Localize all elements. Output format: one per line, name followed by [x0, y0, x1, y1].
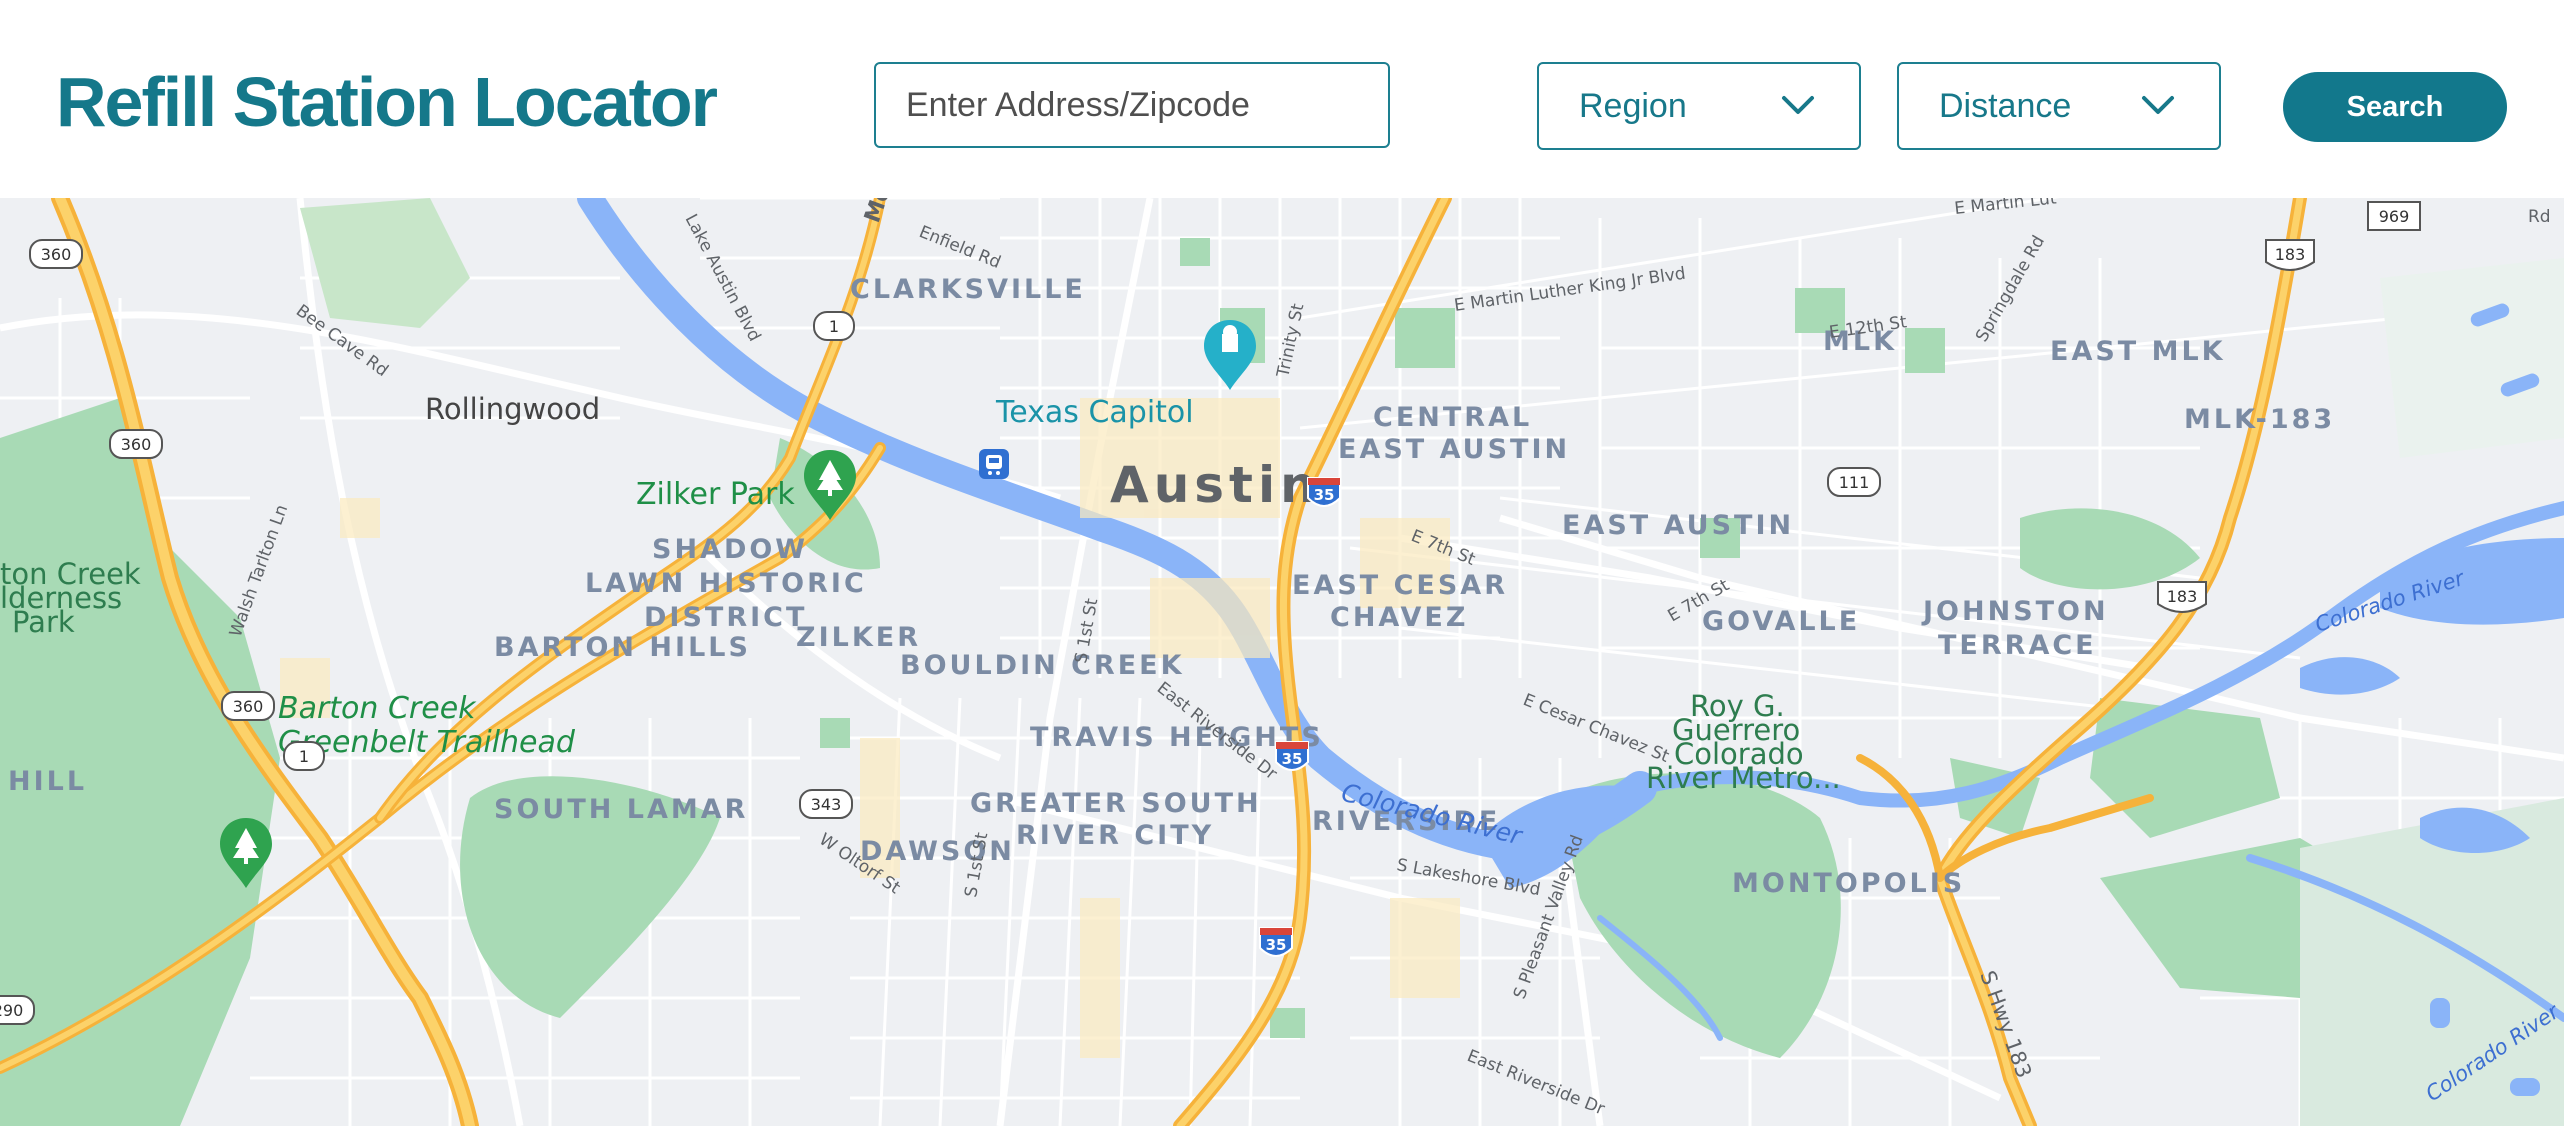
distance-dropdown[interactable]: Distance: [1897, 62, 2221, 150]
map-view[interactable]: Austin CLARKSVILLE CENTRAL EAST AUSTIN E…: [0, 198, 2564, 1126]
neighborhood-label: CENTRAL: [1373, 402, 1532, 433]
route-shield: 360: [29, 239, 83, 269]
poi-label: Barton Creek: [278, 691, 477, 726]
svg-text:360: 360: [233, 697, 264, 716]
interstate-shield: 35: [1307, 477, 1341, 507]
place-label: Park: [12, 605, 75, 639]
neighborhood-label: GOVALLE: [1702, 606, 1860, 637]
svg-text:969: 969: [2379, 207, 2410, 226]
neighborhood-label: EAST AUSTIN: [1338, 434, 1570, 465]
route-shield: 1: [813, 311, 855, 341]
place-label: River Metro...: [1646, 761, 1841, 795]
distance-label: Distance: [1939, 87, 2072, 125]
neighborhood-label: HILL: [8, 766, 87, 797]
svg-text:35: 35: [1266, 936, 1287, 954]
route-shield: 290: [0, 995, 35, 1025]
svg-text:35: 35: [1282, 750, 1303, 768]
route-shield: 111: [1827, 467, 1881, 497]
route-shield: 360: [109, 429, 163, 459]
transit-station-icon[interactable]: [979, 449, 1009, 479]
header-bar: Refill Station Locator Region Distance S…: [0, 0, 2564, 198]
svg-text:1: 1: [299, 747, 309, 766]
route-shield: 183: [2157, 581, 2207, 613]
neighborhood-label: RIVER CITY: [1016, 820, 1214, 851]
address-input[interactable]: [874, 62, 1390, 148]
svg-text:111: 111: [1839, 473, 1870, 492]
neighborhood-label: BARTON HILLS: [494, 632, 751, 663]
neighborhood-label: SHADOW: [652, 534, 808, 565]
neighborhood-label: ZILKER: [796, 622, 921, 653]
interstate-shield: 35: [1259, 927, 1293, 957]
neighborhood-label: CHAVEZ: [1330, 602, 1468, 633]
svg-text:35: 35: [1314, 486, 1335, 504]
route-shield: 183: [2265, 239, 2315, 271]
svg-text:343: 343: [811, 795, 842, 814]
neighborhood-label: BOULDIN CREEK: [900, 650, 1185, 681]
svg-text:1: 1: [829, 317, 839, 336]
place-label: Rollingwood: [425, 392, 600, 426]
neighborhood-label: CLARKSVILLE: [850, 274, 1086, 305]
svg-text:183: 183: [2275, 245, 2306, 264]
route-shield: 360: [221, 691, 275, 721]
city-label: Austin: [1110, 456, 1321, 514]
chevron-down-icon: [1782, 96, 1814, 114]
neighborhood-label: EAST CESAR: [1292, 570, 1508, 601]
neighborhood-label: DAWSON: [860, 836, 1015, 867]
neighborhood-label: MONTOPOLIS: [1732, 868, 1965, 899]
map-canvas[interactable]: Austin CLARKSVILLE CENTRAL EAST AUSTIN E…: [0, 198, 2564, 1126]
neighborhood-label: SOUTH LAMAR: [494, 794, 748, 825]
neighborhood-label: GREATER SOUTH: [970, 788, 1262, 819]
page-title: Refill Station Locator: [56, 63, 718, 141]
svg-text:290: 290: [0, 1001, 23, 1020]
interstate-shield: 35: [1275, 741, 1309, 771]
svg-text:360: 360: [121, 435, 152, 454]
neighborhood-label: MLK-183: [2184, 404, 2335, 435]
svg-text:360: 360: [41, 245, 72, 264]
poi-label: Texas Capitol: [995, 395, 1194, 430]
search-button[interactable]: Search: [2283, 72, 2507, 142]
neighborhood-label: LAWN HISTORIC: [585, 568, 867, 599]
route-shield: 1: [283, 741, 325, 771]
route-shield: 969: [2367, 201, 2421, 231]
neighborhood-label: EAST MLK: [2050, 336, 2226, 367]
neighborhood-label: JOHNSTON: [1921, 596, 2109, 627]
neighborhood-label: EAST AUSTIN: [1562, 510, 1794, 541]
neighborhood-label: TERRACE: [1938, 630, 2097, 661]
chevron-down-icon: [2142, 96, 2174, 114]
neighborhood-label: DISTRICT: [644, 602, 807, 633]
route-shield: 343: [799, 789, 853, 819]
region-label: Region: [1579, 87, 1687, 125]
region-dropdown[interactable]: Region: [1537, 62, 1861, 150]
svg-text:183: 183: [2167, 587, 2198, 606]
poi-label: Zilker Park: [636, 477, 795, 512]
street-label: Rd: [2528, 207, 2551, 227]
